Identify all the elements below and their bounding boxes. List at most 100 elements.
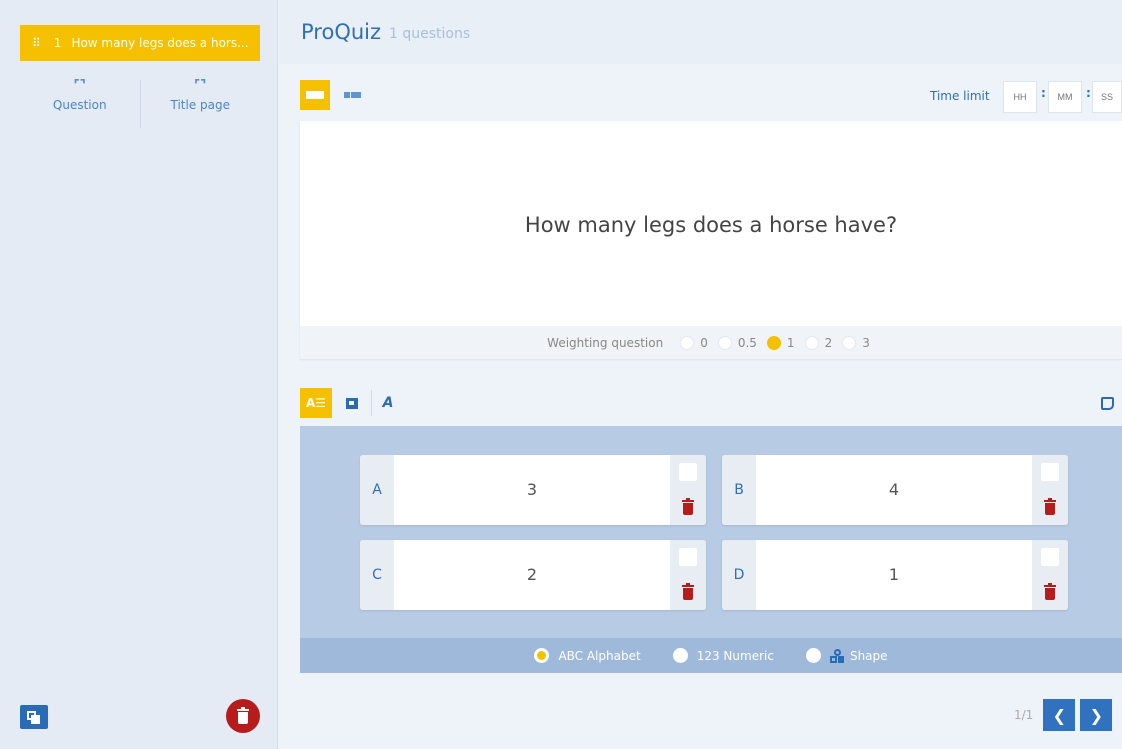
question-text[interactable]: How many legs does a horse have?	[300, 213, 1122, 237]
weighting-option-2[interactable]: 2	[804, 335, 833, 350]
label-option-text: ABC Alphabet	[558, 648, 641, 663]
weighting-option-label: 1	[786, 335, 795, 350]
answer-side	[1032, 540, 1068, 610]
weighting-option-1[interactable]: 1	[766, 335, 795, 350]
label-option-shape[interactable]: Shape	[805, 648, 888, 663]
weighting-option-label: 2	[824, 335, 833, 350]
divider	[371, 390, 372, 416]
radio-icon	[842, 335, 857, 350]
note-icon	[1100, 396, 1114, 410]
layout-full-icon	[306, 91, 324, 99]
answer-letter: A	[360, 455, 394, 525]
answer-card: D 1	[722, 540, 1068, 610]
time-colon: :	[1086, 86, 1091, 100]
weighting-label: Weighting question	[547, 335, 664, 350]
answer-card: A 3	[360, 455, 706, 525]
correct-checkbox[interactable]	[1041, 463, 1059, 481]
answer-side	[1032, 455, 1068, 525]
weighting-bar: Weighting question 0 0.5 1 2 3	[300, 326, 1122, 359]
answer-toolbar: A☰ A	[300, 388, 1122, 418]
add-question-icon: ⌜⌝	[73, 78, 86, 93]
trash-icon[interactable]	[682, 498, 694, 515]
answer-value[interactable]: 2	[394, 540, 670, 610]
layout-split-button[interactable]	[342, 80, 362, 110]
answer-value[interactable]: 1	[756, 540, 1032, 610]
chevron-left-icon: ❮	[1052, 705, 1067, 725]
label-option-numeric[interactable]: 123 Numeric	[672, 648, 774, 663]
format-text-button[interactable]: A	[380, 388, 396, 418]
previous-page-button[interactable]: ❮	[1043, 699, 1076, 731]
label-type-bar: ABC Alphabet 123 Numeric Shape	[300, 638, 1122, 673]
time-hh-input[interactable]	[1003, 81, 1037, 113]
label-option-alphabet[interactable]: ABC Alphabet	[534, 648, 641, 663]
weighting-option-3[interactable]: 3	[842, 335, 870, 350]
answers-area: A 3 B 4 C 2 D 1	[300, 426, 1122, 638]
answer-letter: C	[360, 540, 394, 610]
label-option-text: 123 Numeric	[696, 648, 774, 663]
weighting-option-label: 3	[862, 335, 870, 350]
image-answer-button[interactable]	[344, 388, 360, 418]
trash-icon	[237, 706, 249, 724]
time-ss-input[interactable]	[1092, 81, 1122, 113]
label-option-text: Shape	[849, 648, 888, 663]
layout-full-button[interactable]	[300, 80, 330, 110]
answer-value[interactable]: 3	[394, 455, 670, 525]
question-number: 1	[53, 36, 62, 50]
layout-split-icon	[343, 92, 350, 98]
duplicate-button[interactable]	[20, 705, 48, 729]
shapes-icon	[829, 648, 844, 663]
radio-selected-icon	[534, 648, 550, 663]
add-row: ⌜⌝ Question ⌜⌝ Title page	[20, 78, 260, 130]
radio-icon	[805, 648, 821, 663]
image-icon	[346, 397, 358, 409]
answer-side	[670, 540, 706, 610]
header: ProQuiz 1 questions	[279, 0, 1122, 64]
weighting-option-label: 0.5	[737, 335, 757, 350]
radio-icon	[717, 335, 732, 350]
time-colon: :	[1041, 86, 1046, 100]
trash-icon[interactable]	[1044, 583, 1056, 600]
note-button[interactable]	[1098, 388, 1116, 418]
weighting-option-label: 0	[700, 335, 708, 350]
radio-icon	[680, 335, 695, 350]
weighting-option-0-5[interactable]: 0.5	[717, 335, 757, 350]
trash-icon[interactable]	[1044, 498, 1056, 515]
page-indicator: 1/1	[1014, 708, 1034, 722]
sidebar: ⠿ 1 How many legs does a hors... ⌜⌝ Ques…	[0, 0, 278, 749]
text-answer-button[interactable]: A☰	[300, 388, 332, 418]
answer-letter: D	[722, 540, 756, 610]
answer-side	[670, 455, 706, 525]
add-question-button[interactable]: ⌜⌝ Question	[20, 78, 140, 130]
layout-split-icon-part	[350, 92, 361, 98]
answer-value[interactable]: 4	[756, 455, 1032, 525]
correct-checkbox[interactable]	[679, 548, 697, 566]
drag-handle-icon[interactable]: ⠿	[32, 36, 41, 50]
next-page-button[interactable]: ❯	[1080, 699, 1113, 731]
format-icon: A	[382, 395, 394, 411]
question-count: 1 questions	[389, 26, 471, 42]
add-title-page-button[interactable]: ⌜⌝ Title page	[141, 78, 261, 130]
delete-question-button[interactable]	[226, 699, 260, 733]
time-mm-input[interactable]	[1048, 81, 1082, 113]
app-title: ProQuiz	[301, 20, 382, 44]
radio-icon	[672, 648, 688, 663]
question-toolbar: Time limit : :	[300, 80, 1122, 113]
text-answer-icon: A☰	[305, 396, 327, 410]
weighting-option-0[interactable]: 0	[680, 335, 708, 350]
correct-checkbox[interactable]	[1041, 548, 1059, 566]
question-card: How many legs does a horse have? Weighti…	[300, 121, 1122, 359]
chevron-right-icon: ❯	[1089, 705, 1104, 725]
question-item-label: How many legs does a hors...	[71, 36, 249, 50]
pagination: 1/1 ❮ ❯	[1014, 699, 1117, 731]
add-title-page-label: Title page	[170, 98, 230, 112]
answer-letter: B	[722, 455, 756, 525]
add-question-label: Question	[52, 98, 107, 112]
radio-icon	[804, 335, 819, 350]
answer-card: B 4	[722, 455, 1068, 525]
correct-checkbox[interactable]	[679, 463, 697, 481]
sidebar-question-item[interactable]: ⠿ 1 How many legs does a hors...	[20, 25, 260, 61]
time-limit-label: Time limit	[930, 89, 990, 103]
radio-selected-icon	[766, 335, 781, 350]
answer-card: C 2	[360, 540, 706, 610]
trash-icon[interactable]	[682, 583, 694, 600]
